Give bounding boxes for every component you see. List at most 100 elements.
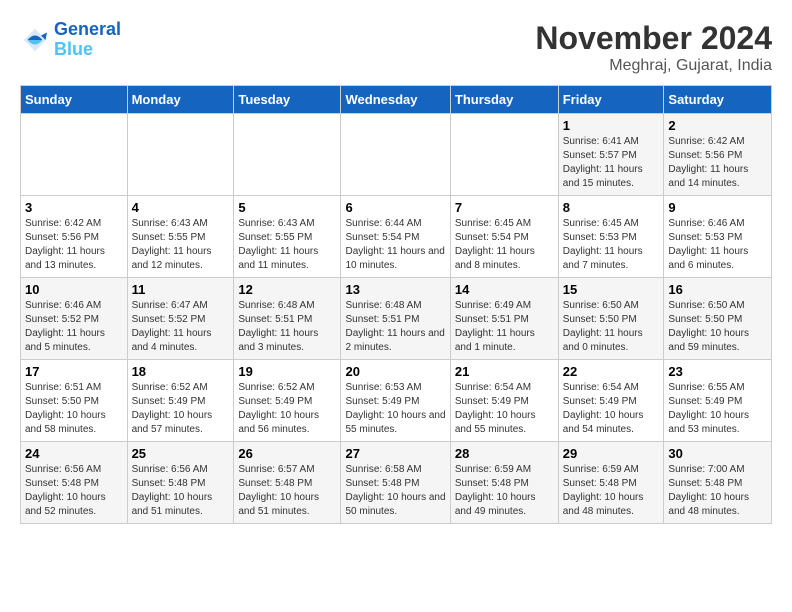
weekday-header: Saturday xyxy=(664,86,772,114)
day-info: Sunrise: 6:56 AM Sunset: 5:48 PM Dayligh… xyxy=(25,463,123,519)
day-number: 24 xyxy=(25,446,123,461)
title-block: November 2024 Meghraj, Gujarat, India xyxy=(535,20,772,75)
weekday-header: Thursday xyxy=(450,86,558,114)
calendar-cell: 28 Sunrise: 6:59 AM Sunset: 5:48 PM Dayli… xyxy=(450,442,558,524)
location: Meghraj, Gujarat, India xyxy=(535,57,772,75)
day-info: Sunrise: 6:45 AM Sunset: 5:54 PM Dayligh… xyxy=(455,217,554,273)
day-info: Sunrise: 6:57 AM Sunset: 5:48 PM Dayligh… xyxy=(238,463,336,519)
calendar-week-row: 17 Sunrise: 6:51 AM Sunset: 5:50 PM Dayli… xyxy=(21,360,772,442)
day-info: Sunrise: 6:52 AM Sunset: 5:49 PM Dayligh… xyxy=(238,381,336,437)
day-info: Sunrise: 6:42 AM Sunset: 5:56 PM Dayligh… xyxy=(25,217,123,273)
day-number: 8 xyxy=(563,200,660,215)
day-number: 10 xyxy=(25,282,123,297)
day-info: Sunrise: 6:50 AM Sunset: 5:50 PM Dayligh… xyxy=(563,299,660,355)
day-number: 27 xyxy=(345,446,445,461)
calendar-cell xyxy=(341,114,450,196)
day-info: Sunrise: 6:45 AM Sunset: 5:53 PM Dayligh… xyxy=(563,217,660,273)
day-number: 14 xyxy=(455,282,554,297)
day-number: 29 xyxy=(563,446,660,461)
calendar-cell: 20Sunrise: 6:53 AM Sunset: 5:49 PM Dayli… xyxy=(341,360,450,442)
day-number: 23 xyxy=(668,364,767,379)
page-header: General Blue November 2024 Meghraj, Guja… xyxy=(20,20,772,75)
day-info: Sunrise: 6:46 AM Sunset: 5:52 PM Dayligh… xyxy=(25,299,123,355)
day-info: Sunrise: 7:00 AM Sunset: 5:48 PM Dayligh… xyxy=(668,463,767,519)
day-info: Sunrise: 6:43 AM Sunset: 5:55 PM Dayligh… xyxy=(238,217,336,273)
day-number: 11 xyxy=(132,282,230,297)
calendar-cell xyxy=(450,114,558,196)
calendar-cell xyxy=(21,114,128,196)
weekday-header: Monday xyxy=(127,86,234,114)
weekday-header: Sunday xyxy=(21,86,128,114)
calendar-cell: 6Sunrise: 6:44 AM Sunset: 5:54 PM Daylig… xyxy=(341,196,450,278)
weekday-header: Tuesday xyxy=(234,86,341,114)
calendar-week-row: 10 Sunrise: 6:46 AM Sunset: 5:52 PM Dayli… xyxy=(21,278,772,360)
calendar-cell: 22Sunrise: 6:54 AM Sunset: 5:49 PM Dayli… xyxy=(558,360,664,442)
day-number: 3 xyxy=(25,200,123,215)
calendar-cell: 15 Sunrise: 6:50 AM Sunset: 5:50 PM Dayli… xyxy=(558,278,664,360)
day-info: Sunrise: 6:59 AM Sunset: 5:48 PM Dayligh… xyxy=(563,463,660,519)
day-info: Sunrise: 6:54 AM Sunset: 5:49 PM Dayligh… xyxy=(455,381,554,437)
calendar-cell: 5 Sunrise: 6:43 AM Sunset: 5:55 PM Daylig… xyxy=(234,196,341,278)
calendar-cell: 24 Sunrise: 6:56 AM Sunset: 5:48 PM Dayli… xyxy=(21,442,128,524)
day-number: 2 xyxy=(668,118,767,133)
day-number: 16 xyxy=(668,282,767,297)
day-info: Sunrise: 6:56 AM Sunset: 5:48 PM Dayligh… xyxy=(132,463,230,519)
calendar-cell: 18 Sunrise: 6:52 AM Sunset: 5:49 PM Dayli… xyxy=(127,360,234,442)
day-number: 17 xyxy=(25,364,123,379)
calendar-cell: 13Sunrise: 6:48 AM Sunset: 5:51 PM Dayli… xyxy=(341,278,450,360)
weekday-header: Wednesday xyxy=(341,86,450,114)
day-number: 25 xyxy=(132,446,230,461)
logo-text: General Blue xyxy=(54,20,121,60)
calendar-cell: 26 Sunrise: 6:57 AM Sunset: 5:48 PM Dayli… xyxy=(234,442,341,524)
day-number: 30 xyxy=(668,446,767,461)
day-number: 28 xyxy=(455,446,554,461)
day-number: 19 xyxy=(238,364,336,379)
calendar-week-row: 3 Sunrise: 6:42 AM Sunset: 5:56 PM Daylig… xyxy=(21,196,772,278)
calendar-cell: 17 Sunrise: 6:51 AM Sunset: 5:50 PM Dayli… xyxy=(21,360,128,442)
calendar-cell: 1 Sunrise: 6:41 AM Sunset: 5:57 PM Daylig… xyxy=(558,114,664,196)
calendar-cell xyxy=(234,114,341,196)
day-number: 7 xyxy=(455,200,554,215)
day-info: Sunrise: 6:58 AM Sunset: 5:48 PM Dayligh… xyxy=(345,463,445,519)
calendar-week-row: 1 Sunrise: 6:41 AM Sunset: 5:57 PM Daylig… xyxy=(21,114,772,196)
day-info: Sunrise: 6:41 AM Sunset: 5:57 PM Dayligh… xyxy=(563,135,660,191)
day-info: Sunrise: 6:50 AM Sunset: 5:50 PM Dayligh… xyxy=(668,299,767,355)
calendar-header-row: SundayMondayTuesdayWednesdayThursdayFrid… xyxy=(21,86,772,114)
calendar-table: SundayMondayTuesdayWednesdayThursdayFrid… xyxy=(20,85,772,524)
day-info: Sunrise: 6:52 AM Sunset: 5:49 PM Dayligh… xyxy=(132,381,230,437)
day-number: 26 xyxy=(238,446,336,461)
day-number: 9 xyxy=(668,200,767,215)
day-number: 5 xyxy=(238,200,336,215)
day-info: Sunrise: 6:49 AM Sunset: 5:51 PM Dayligh… xyxy=(455,299,554,355)
day-info: Sunrise: 6:48 AM Sunset: 5:51 PM Dayligh… xyxy=(238,299,336,355)
calendar-week-row: 24 Sunrise: 6:56 AM Sunset: 5:48 PM Dayli… xyxy=(21,442,772,524)
weekday-header: Friday xyxy=(558,86,664,114)
day-info: Sunrise: 6:42 AM Sunset: 5:56 PM Dayligh… xyxy=(668,135,767,191)
calendar-cell: 29 Sunrise: 6:59 AM Sunset: 5:48 PM Dayli… xyxy=(558,442,664,524)
calendar-cell: 23Sunrise: 6:55 AM Sunset: 5:49 PM Dayli… xyxy=(664,360,772,442)
calendar-cell: 12 Sunrise: 6:48 AM Sunset: 5:51 PM Dayli… xyxy=(234,278,341,360)
calendar-cell: 8 Sunrise: 6:45 AM Sunset: 5:53 PM Daylig… xyxy=(558,196,664,278)
day-info: Sunrise: 6:54 AM Sunset: 5:49 PM Dayligh… xyxy=(563,381,660,437)
day-number: 20 xyxy=(345,364,445,379)
day-number: 1 xyxy=(563,118,660,133)
calendar-cell: 27 Sunrise: 6:58 AM Sunset: 5:48 PM Dayli… xyxy=(341,442,450,524)
calendar-cell: 19 Sunrise: 6:52 AM Sunset: 5:49 PM Dayli… xyxy=(234,360,341,442)
day-info: Sunrise: 6:48 AM Sunset: 5:51 PM Dayligh… xyxy=(345,299,445,355)
day-number: 4 xyxy=(132,200,230,215)
day-number: 15 xyxy=(563,282,660,297)
day-number: 18 xyxy=(132,364,230,379)
calendar-cell: 3 Sunrise: 6:42 AM Sunset: 5:56 PM Daylig… xyxy=(21,196,128,278)
day-info: Sunrise: 6:44 AM Sunset: 5:54 PM Dayligh… xyxy=(345,217,445,273)
calendar-cell: 14 Sunrise: 6:49 AM Sunset: 5:51 PM Dayli… xyxy=(450,278,558,360)
day-info: Sunrise: 6:46 AM Sunset: 5:53 PM Dayligh… xyxy=(668,217,767,273)
day-info: Sunrise: 6:59 AM Sunset: 5:48 PM Dayligh… xyxy=(455,463,554,519)
calendar-cell xyxy=(127,114,234,196)
calendar-cell: 11Sunrise: 6:47 AM Sunset: 5:52 PM Dayli… xyxy=(127,278,234,360)
calendar-cell: 16 Sunrise: 6:50 AM Sunset: 5:50 PM Dayli… xyxy=(664,278,772,360)
day-number: 21 xyxy=(455,364,554,379)
day-number: 12 xyxy=(238,282,336,297)
logo-icon xyxy=(20,25,50,55)
day-info: Sunrise: 6:51 AM Sunset: 5:50 PM Dayligh… xyxy=(25,381,123,437)
month-title: November 2024 xyxy=(535,20,772,57)
